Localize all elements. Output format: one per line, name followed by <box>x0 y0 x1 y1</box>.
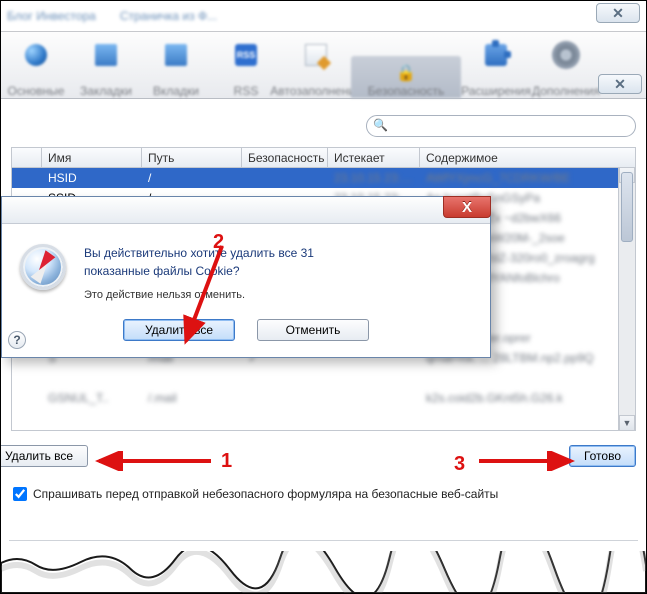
col-name[interactable]: Имя <box>42 148 142 167</box>
dialog-cancel-button[interactable]: Отменить <box>257 319 369 341</box>
delete-all-button[interactable]: Удалить все <box>1 445 88 467</box>
confirm-delete-dialog: X Вы действительно хотите удалить все 31… <box>1 196 491 358</box>
safari-icon <box>20 244 66 290</box>
toolbar-item-bookmarks[interactable]: Закладки <box>71 44 141 98</box>
col-expires[interactable]: Истекает <box>328 148 420 167</box>
toolbar-item-advanced[interactable]: Дополнения <box>531 44 601 98</box>
book-icon <box>95 44 117 66</box>
dialog-subtext: Это действие нельзя отменить. <box>84 279 472 301</box>
browser-tab-strip: Блог Инвестора Страничка из Ф... <box>1 1 646 31</box>
toolbar-item-extensions[interactable]: Расширения <box>461 44 531 98</box>
toolbar-label: RSS <box>234 84 259 98</box>
table-header: Имя Путь Безопасность Истекает Содержимо… <box>12 148 635 168</box>
annotation-number-1: 1 <box>221 451 232 471</box>
torn-edge-decoration <box>1 551 646 593</box>
search-icon: 🔍 <box>373 118 388 132</box>
dialog-message: Вы действительно хотите удалить все 31 п… <box>84 244 472 279</box>
help-button[interactable]: ? <box>8 331 26 349</box>
dialog-confirm-button[interactable]: Удалить все <box>123 319 235 341</box>
cell-exp: 23.10.15 23:44 <box>328 171 420 185</box>
toolbar-label: Вкладки <box>153 84 199 98</box>
annotation-number-2: 2 <box>213 232 224 252</box>
toolbar-item-tabs[interactable]: Вкладки <box>141 44 211 98</box>
gear-icon <box>555 44 577 66</box>
cell-content: AWfYXjmcG_7CDRKW/BE <box>420 171 635 185</box>
toolbar-label: Основные <box>8 84 65 98</box>
col-security[interactable]: Безопасность <box>242 148 328 167</box>
cookie-search-input[interactable] <box>366 115 636 137</box>
col-icon[interactable] <box>12 148 42 167</box>
table-row[interactable]: HSID / 23.10.15 23:44 AWfYXjmcG_7CDRKW/B… <box>12 168 635 188</box>
table-row[interactable]: GSNUL_T../.mailk2s.coid2b.GKnt5h.G26.k <box>12 388 635 408</box>
insecure-form-warning-checkbox[interactable]: Спрашивать перед отправкой небезопасного… <box>11 467 636 501</box>
toolbar-item-autofill[interactable]: Автозаполнение <box>281 44 351 98</box>
toolbar-item-security[interactable]: 🔒 Безопасность <box>351 56 461 98</box>
scroll-down-icon[interactable]: ▼ <box>619 415 635 431</box>
done-button[interactable]: Готово <box>569 445 636 467</box>
browser-tab: Блог Инвестора <box>7 9 96 23</box>
toolbar-label: Автозаполнение <box>270 84 361 98</box>
scroll-thumb[interactable] <box>621 172 633 242</box>
dialog-close-button[interactable]: X <box>443 196 491 218</box>
col-content[interactable]: Содержимое <box>420 148 635 167</box>
browser-tab: Страничка из Ф... <box>120 9 217 23</box>
puzzle-icon <box>485 44 507 66</box>
toolbar-item-general[interactable]: Основные <box>1 44 71 98</box>
table-row[interactable] <box>12 368 635 388</box>
preferences-toolbar: Основные Закладки Вкладки RSS RSS Автоза… <box>1 31 646 99</box>
form-icon <box>305 44 327 66</box>
rss-icon: RSS <box>235 44 257 66</box>
lock-icon: 🔒 <box>395 62 417 84</box>
cell-name: HSID <box>42 171 142 185</box>
cookie-search: 🔍 <box>366 115 636 137</box>
panel-close-button[interactable]: ✕ <box>598 74 642 94</box>
toolbar-label: Расширения <box>461 84 531 98</box>
globe-icon <box>25 44 47 66</box>
col-path[interactable]: Путь <box>142 148 242 167</box>
checkbox-input[interactable] <box>13 487 27 501</box>
divider <box>9 540 638 541</box>
toolbar-label: Закладки <box>80 84 132 98</box>
toolbar-label: Безопасность <box>368 84 445 98</box>
dialog-titlebar[interactable]: X <box>2 197 490 224</box>
tabs-icon <box>165 44 187 66</box>
toolbar-label: Дополнения <box>532 84 600 98</box>
window-close-button[interactable]: ✕ <box>596 3 640 23</box>
checkbox-label: Спрашивать перед отправкой небезопасного… <box>33 487 498 501</box>
annotation-number-3: 3 <box>454 454 465 474</box>
cell-path: / <box>142 171 242 185</box>
table-scrollbar[interactable]: ▲ ▼ <box>618 168 635 430</box>
